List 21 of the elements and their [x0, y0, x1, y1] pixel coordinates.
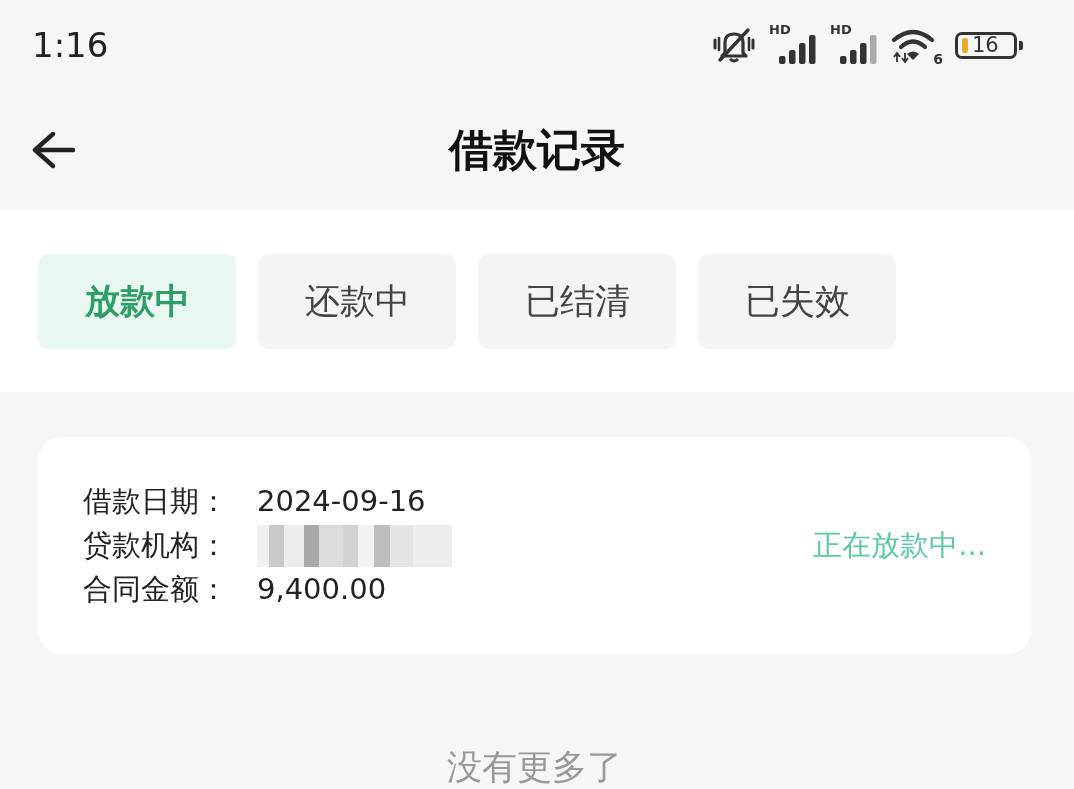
record-status: 正在放款中... — [813, 526, 986, 564]
back-button[interactable] — [30, 130, 76, 170]
status-tab[interactable]: 还款中 — [258, 254, 456, 349]
wifi-standard-label: 6 — [933, 52, 943, 66]
page-title: 借款记录 — [449, 123, 625, 177]
status-tab[interactable]: 已结清 — [478, 254, 676, 349]
loan-record-card[interactable]: 借款日期： 2024-09-16 贷款机构： 合同金额： 9,400.00 正在放款中... — [38, 437, 1031, 654]
field-value: 2024-09-16 — [257, 482, 426, 520]
muted-bell-icon — [711, 26, 757, 64]
end-of-list-note: 没有更多了 — [446, 747, 623, 787]
network-type-label: HD — [830, 23, 852, 36]
status-time: 1:16 — [32, 28, 109, 62]
back-arrow-icon — [31, 131, 75, 169]
field-value: 9,400.00 — [257, 570, 387, 608]
status-tab[interactable]: 已失效 — [698, 254, 896, 349]
field-label: 合同金额： — [83, 570, 229, 608]
field-label: 借款日期： — [83, 482, 229, 520]
network-type-label: HD — [769, 23, 791, 36]
battery-percent: 16 — [972, 34, 999, 56]
battery-fill-icon — [962, 37, 968, 53]
field-label: 贷款机构： — [83, 526, 229, 564]
